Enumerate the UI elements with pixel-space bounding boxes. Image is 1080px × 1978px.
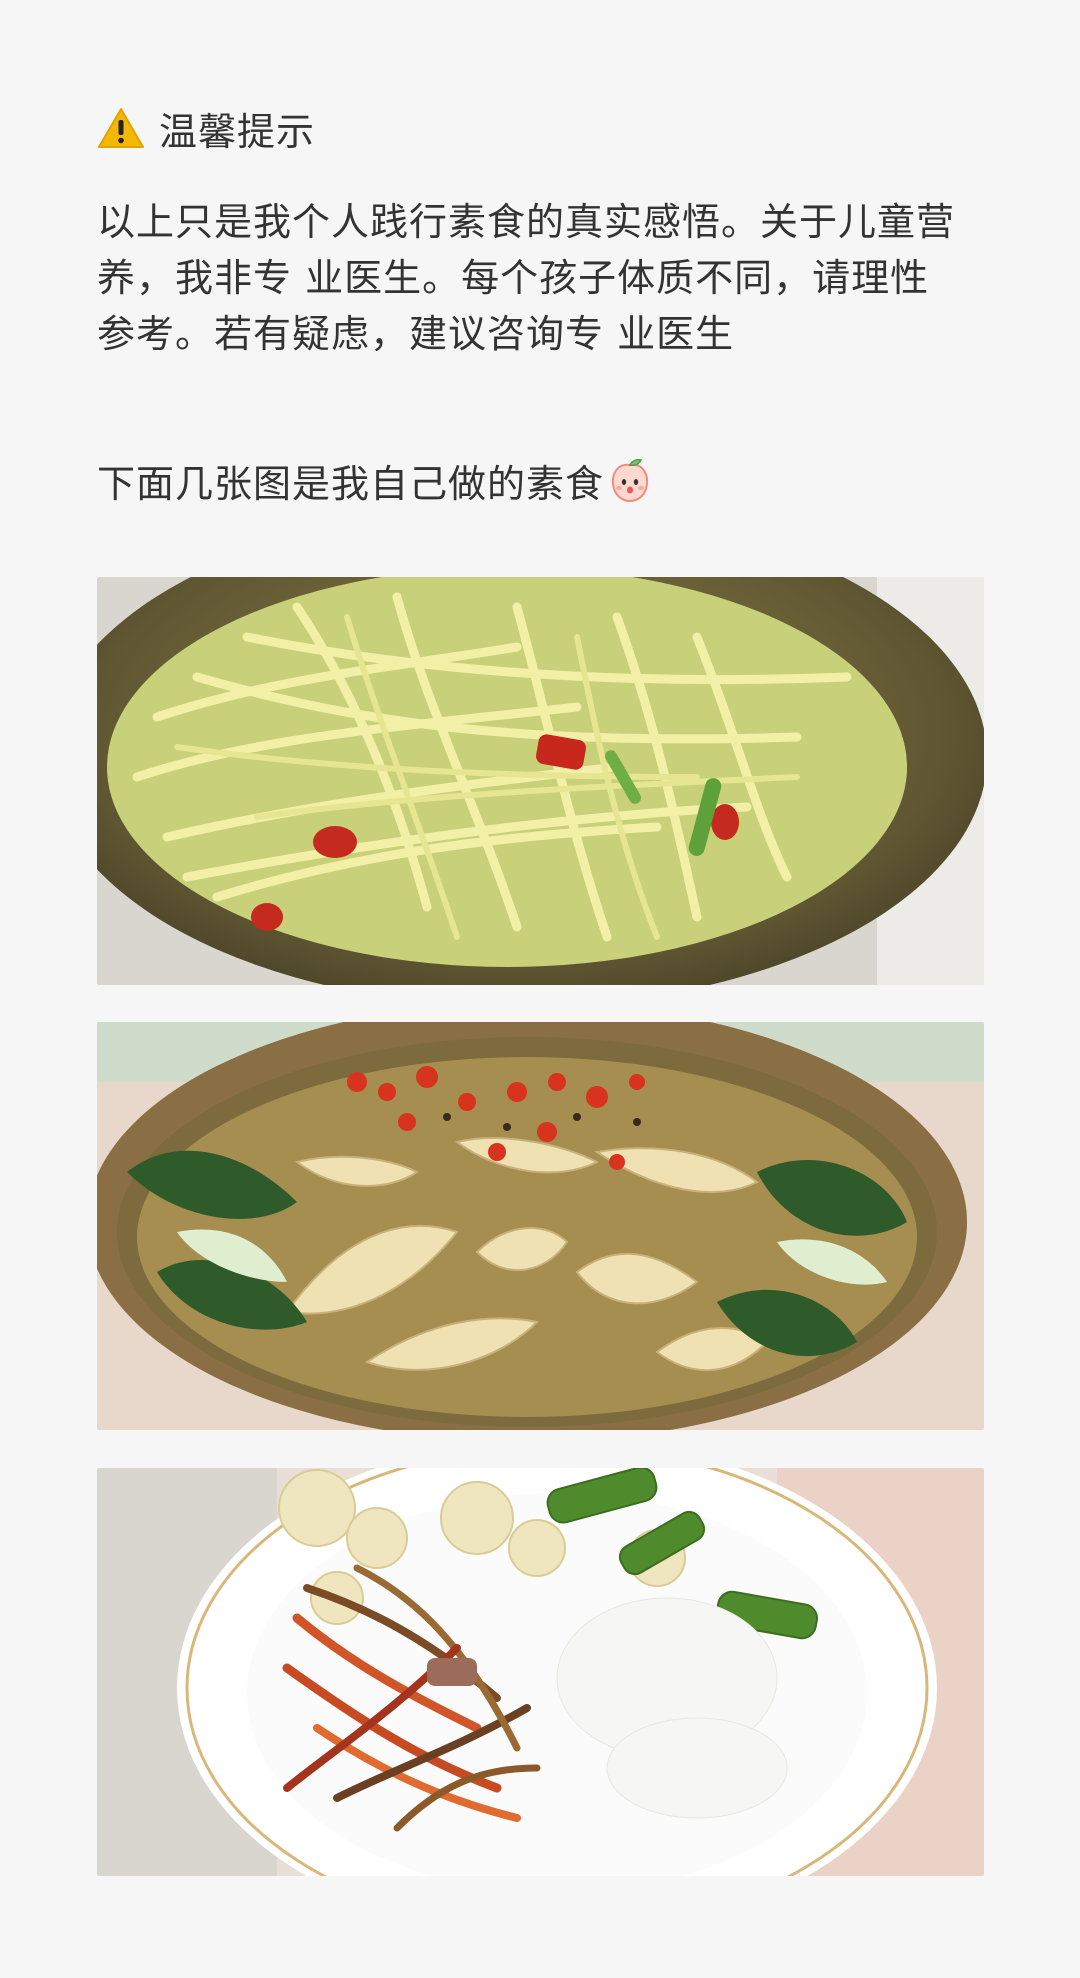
tip-paragraph: 以上只是我个人践行素食的真实感悟。关于儿童营 养，我非专 业医生。每个孩子体质不…: [97, 194, 987, 362]
photo-illustration: [97, 1022, 984, 1430]
food-photo-shredded-potato[interactable]: [97, 577, 984, 985]
intro-line: 下面几张图是我自己做的素食: [97, 452, 652, 508]
peach-face-icon: [611, 459, 649, 503]
intro-text: 下面几张图是我自己做的素食: [97, 461, 605, 506]
paragraph-line: 养，我非专 业医生。每个孩子体质不同，请理性: [97, 256, 930, 300]
tip-title: 温馨提示: [159, 109, 316, 154]
warning-icon: [98, 108, 144, 148]
post-content: 温馨提示 以上只是我个人践行素食的真实感悟。关于儿童营 养，我非专 业医生。每个…: [0, 0, 1080, 1978]
food-photo-rice-plate[interactable]: [97, 1468, 984, 1876]
paragraph-line: 参考。若有疑虑，建议咨询专 业医生: [97, 312, 735, 356]
photo-illustration: [97, 577, 984, 985]
tip-heading: 温馨提示: [97, 100, 315, 156]
food-photo-vegetable-soup[interactable]: [97, 1022, 984, 1430]
photo-illustration: [97, 1468, 984, 1876]
paragraph-line: 以上只是我个人践行素食的真实感悟。关于儿童营: [97, 200, 956, 244]
